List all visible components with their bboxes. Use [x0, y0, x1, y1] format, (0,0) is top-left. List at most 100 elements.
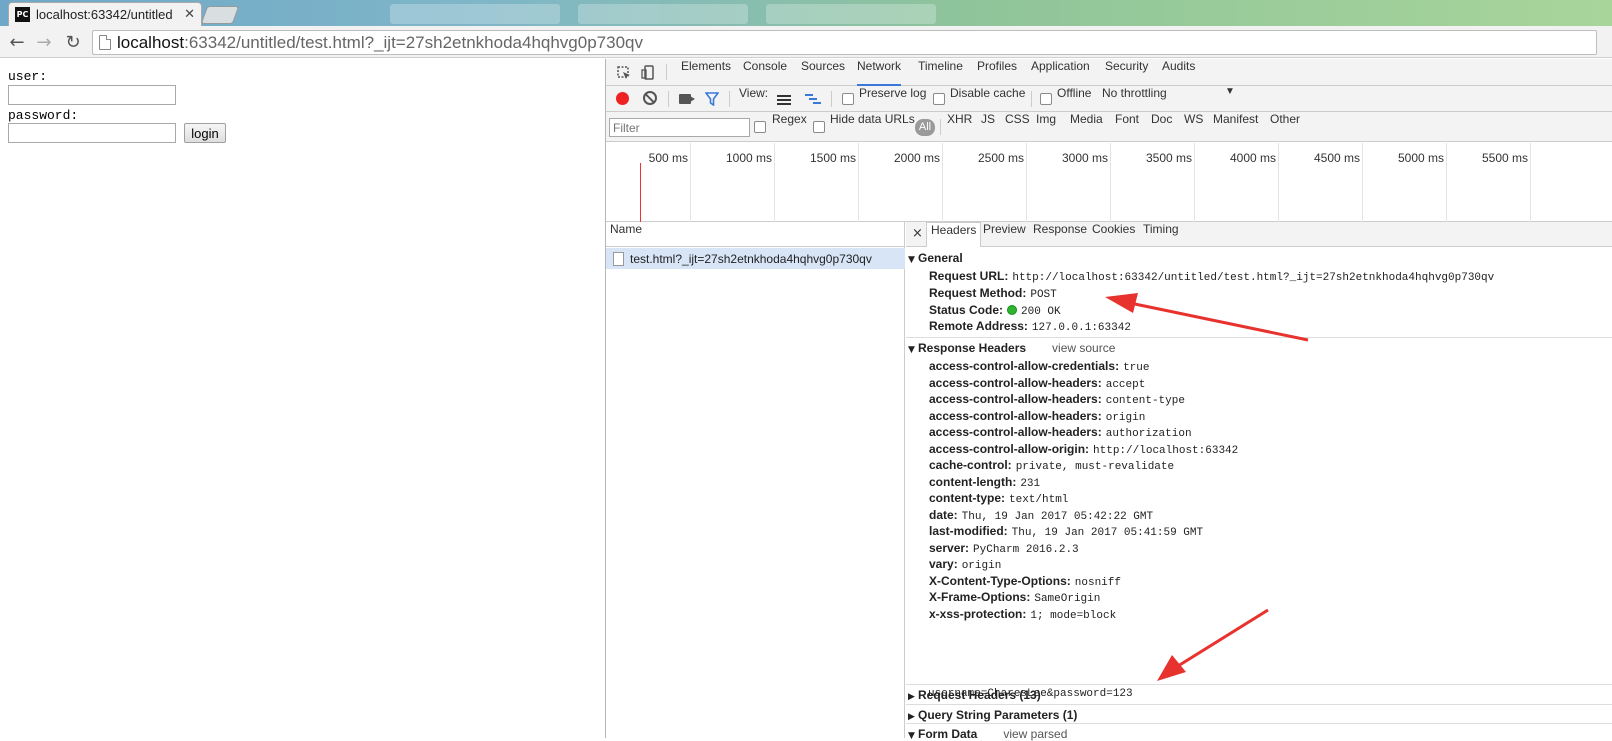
- tab-elements[interactable]: Elements: [681, 59, 731, 86]
- filter-icon[interactable]: [704, 92, 720, 107]
- new-tab-button[interactable]: [200, 6, 240, 24]
- tab-cookies[interactable]: Cookies: [1092, 222, 1135, 247]
- view-parsed-link[interactable]: view parsed: [1003, 727, 1067, 741]
- header-key: Request URL:: [929, 269, 1009, 283]
- collapsed-triangle-icon: ▶: [908, 692, 915, 702]
- expand-triangle-icon: ▼: [908, 345, 915, 355]
- header-value: text/html: [1009, 494, 1069, 506]
- preserve-log-checkbox[interactable]: [842, 93, 854, 105]
- separator: [831, 91, 832, 107]
- filter-img[interactable]: Img: [1036, 112, 1056, 142]
- view-source-link[interactable]: view source: [1052, 341, 1115, 355]
- header-row: Status Code: 200 OK: [929, 302, 1061, 318]
- offline-checkbox[interactable]: [1040, 93, 1052, 105]
- filter-all-button[interactable]: All: [915, 119, 935, 136]
- background-tab[interactable]: [766, 4, 936, 24]
- close-tab-icon[interactable]: ✕: [184, 7, 195, 22]
- request-detail: × Headers Preview Response Cookies Timin…: [906, 222, 1612, 741]
- capture-screenshots-icon[interactable]: [679, 94, 695, 104]
- filter-input[interactable]: [609, 118, 750, 137]
- header-value: private, must-revalidate: [1015, 461, 1175, 473]
- filter-xhr[interactable]: XHR: [947, 112, 972, 142]
- device-toolbar-icon[interactable]: [640, 65, 655, 80]
- address-bar[interactable]: localhost:63342/untitled/test.html?_ijt=…: [92, 30, 1597, 55]
- header-row: cache-control: private, must-revalidate: [929, 457, 1174, 473]
- disable-cache-checkbox[interactable]: [933, 93, 945, 105]
- regex-checkbox[interactable]: [754, 121, 766, 133]
- password-input[interactable]: [8, 123, 176, 143]
- tab-network[interactable]: Network: [857, 59, 902, 86]
- browser-tab-strip: PC localhost:63342/untitled ✕: [0, 0, 1612, 26]
- record-icon[interactable]: [616, 92, 629, 105]
- header-key: vary:: [929, 557, 958, 571]
- header-key: x-xss-protection:: [929, 606, 1027, 621]
- timeline-tick: 500 ms: [648, 151, 688, 165]
- query-string-section-header[interactable]: ▶ Query String Parameters (1): [908, 708, 1077, 722]
- tab-profiles[interactable]: Profiles: [977, 59, 1017, 86]
- chevron-down-icon[interactable]: ▼: [1225, 86, 1235, 112]
- header-row: content-length: 231: [929, 474, 1040, 490]
- tab-title: localhost:63342/untitled: [36, 7, 173, 22]
- tab-timeline[interactable]: Timeline: [918, 59, 963, 86]
- header-row: access-control-allow-origin: http://local…: [929, 441, 1238, 457]
- page-icon: [99, 35, 111, 50]
- tab-sources[interactable]: Sources: [801, 59, 845, 86]
- response-headers-section-header[interactable]: ▼ Response Headers view source: [908, 341, 1115, 355]
- request-row[interactable]: test.html?_ijt=27sh2etnkhoda4hqhvg0p730q…: [606, 248, 905, 269]
- header-row: access-control-allow-credentials: true: [929, 358, 1149, 374]
- clear-icon[interactable]: [643, 91, 657, 105]
- back-arrow-icon[interactable]: ←: [6, 31, 28, 53]
- reload-icon[interactable]: ↻: [62, 31, 84, 53]
- header-value: SameOrigin: [1034, 593, 1101, 605]
- login-button[interactable]: login: [184, 123, 226, 143]
- filter-css[interactable]: CSS: [1005, 112, 1030, 142]
- url-host: localhost: [117, 32, 185, 52]
- filter-font[interactable]: Font: [1115, 112, 1139, 142]
- close-detail-icon[interactable]: ×: [912, 226, 923, 241]
- filter-bar: Regex Hide data URLs All XHR JS CSS Img …: [606, 112, 1612, 142]
- large-rows-icon[interactable]: [777, 94, 791, 105]
- filter-js[interactable]: JS: [981, 112, 995, 142]
- detail-tabbar: × Headers Preview Response Cookies Timin…: [906, 222, 1612, 247]
- tab-timing[interactable]: Timing: [1143, 222, 1179, 247]
- timeline-tick: 4000 ms: [1229, 151, 1276, 165]
- throttling-select[interactable]: No throttling: [1102, 86, 1167, 112]
- regex-label: Regex: [772, 112, 807, 126]
- tab-headers[interactable]: Headers: [926, 222, 982, 247]
- inspect-element-icon[interactable]: [616, 65, 631, 80]
- header-row: vary: origin: [929, 556, 1001, 572]
- header-row: content-type: text/html: [929, 490, 1068, 506]
- filter-ws[interactable]: WS: [1184, 112, 1203, 142]
- background-tab[interactable]: [390, 4, 560, 24]
- header-value: 1; mode=block: [1030, 609, 1117, 622]
- header-row: server: PyCharm 2016.2.3: [929, 540, 1079, 556]
- network-overview[interactable]: 500 ms 1000 ms 1500 ms 2000 ms 2500 ms 3…: [606, 143, 1612, 222]
- forward-arrow-icon[interactable]: →: [33, 31, 55, 53]
- user-input[interactable]: [8, 85, 176, 105]
- tab-audits[interactable]: Audits: [1162, 59, 1195, 86]
- background-tab[interactable]: [578, 4, 748, 24]
- tab-security[interactable]: Security: [1105, 59, 1148, 86]
- tab-application[interactable]: Application: [1031, 59, 1090, 86]
- tab-response[interactable]: Response: [1033, 222, 1087, 247]
- user-label: user:: [8, 69, 48, 84]
- general-section-header[interactable]: ▼ General: [908, 251, 963, 265]
- load-event-marker: [640, 163, 641, 222]
- tab-console[interactable]: Console: [743, 59, 787, 86]
- filter-doc[interactable]: Doc: [1151, 112, 1172, 142]
- hide-data-urls-label: Hide data URLs: [830, 112, 915, 126]
- filter-manifest[interactable]: Manifest: [1213, 112, 1258, 142]
- tab-preview[interactable]: Preview: [983, 222, 1026, 247]
- filter-other[interactable]: Other: [1270, 112, 1300, 142]
- header-row: Request Method: POST: [929, 285, 1057, 301]
- browser-tab-active[interactable]: PC localhost:63342/untitled ✕: [8, 2, 202, 26]
- hide-data-urls-checkbox[interactable]: [813, 121, 825, 133]
- waterfall-icon[interactable]: [805, 94, 821, 104]
- timeline-tick: 5500 ms: [1481, 151, 1528, 165]
- filter-media[interactable]: Media: [1070, 112, 1103, 142]
- form-data-section-header[interactable]: ▼ Form Data view parsed: [908, 727, 1067, 741]
- password-label: password:: [8, 108, 79, 123]
- divider: [906, 723, 1612, 724]
- name-column-header[interactable]: Name: [606, 222, 904, 247]
- header-value: http://localhost:63342: [1093, 444, 1239, 457]
